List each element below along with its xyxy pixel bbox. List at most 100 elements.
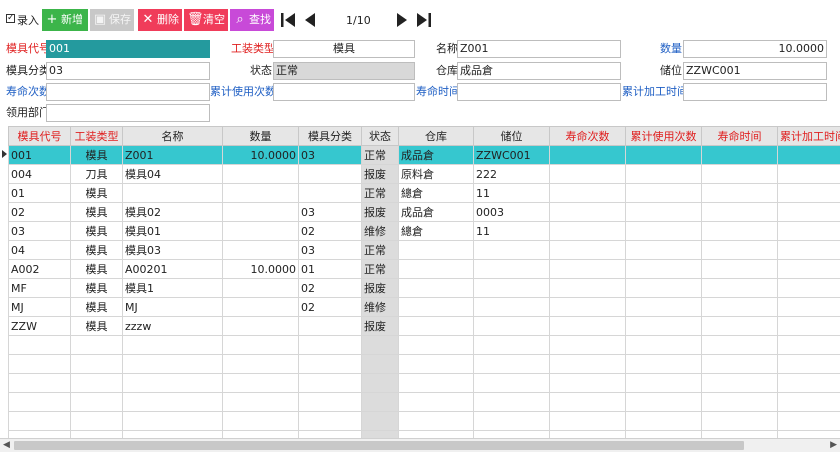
mold-list-cell[interactable] [122,335,223,355]
storage-cell[interactable] [625,164,702,184]
storage-cell[interactable] [398,335,474,355]
storage-row[interactable] [398,278,840,298]
storage-cell[interactable] [777,373,840,393]
mold-list-cell[interactable]: 01 [298,259,362,279]
mold-list-row[interactable]: 01 模具 正常 [8,183,399,203]
storage-cell[interactable] [701,221,778,241]
mold-list-cell[interactable] [222,354,299,374]
mold-list-cell[interactable] [222,297,299,317]
dept-field[interactable] [46,104,210,122]
storage-row[interactable]: 總倉 11 [398,221,840,241]
mold-list-cell[interactable] [70,392,123,412]
mold-list-row[interactable]: MJ 模具 MJ 02 维修 [8,297,399,317]
storage-cell[interactable] [625,202,702,222]
storage-cell[interactable] [549,278,626,298]
storage-cell[interactable] [473,373,550,393]
mold-list-row[interactable]: A002 模具 A00201 10.0000 01 正常 [8,259,399,279]
storage-cell[interactable] [398,373,474,393]
mold-list-cell[interactable] [361,392,399,412]
mold-list-cell[interactable]: 模具04 [122,164,223,184]
mold-list-row[interactable] [8,335,399,355]
mold-list-cell[interactable] [222,221,299,241]
mold-list-cell[interactable] [298,164,362,184]
storage-cell[interactable] [473,240,550,260]
location-field[interactable]: ZZWC001 [683,62,827,80]
first-page-icon[interactable] [278,10,298,30]
mold-list-cell[interactable]: 10.0000 [222,145,299,165]
storage-cell[interactable] [398,411,474,431]
mold-list-cell[interactable]: 模具 [70,278,123,298]
status-field[interactable]: 正常 [273,62,415,80]
storage-cell[interactable] [398,392,474,412]
last-page-icon[interactable] [414,10,434,30]
storage-cell[interactable] [473,411,550,431]
mold-list-cell[interactable] [122,183,223,203]
warehouse-field[interactable]: 成品倉 [457,62,621,80]
storage-cell[interactable] [701,202,778,222]
scroll-right-icon[interactable]: ▶ [830,440,837,450]
mold-list-cell[interactable]: ZZW [8,316,71,336]
storage-row[interactable] [398,411,840,431]
storage-cell[interactable] [473,354,550,374]
storage-cell[interactable] [625,392,702,412]
mold-list-cell[interactable]: 004 [8,164,71,184]
mold-list-cell[interactable]: 报废 [361,278,399,298]
mold-list-cell[interactable]: 维修 [361,297,399,317]
mold-list-cell[interactable] [8,354,71,374]
mold-list-cell[interactable] [70,411,123,431]
mold-list-cell[interactable]: 03 [298,145,362,165]
col-header-location[interactable]: 储位 [473,126,550,146]
storage-cell[interactable] [549,297,626,317]
storage-row[interactable]: 成品倉 ZZWC001 [398,145,840,165]
storage-cell[interactable] [777,240,840,260]
mold-list-cell[interactable]: 正常 [361,240,399,260]
mold-list-cell[interactable] [361,354,399,374]
prev-page-icon[interactable] [300,10,320,30]
storage-cell[interactable] [625,278,702,298]
storage-cell[interactable] [549,145,626,165]
mold-list-row[interactable]: 001 模具 Z001 10.0000 03 正常 [8,145,399,165]
mold-list-cell[interactable]: 02 [298,278,362,298]
storage-cell[interactable] [549,411,626,431]
col-header-tool-type[interactable]: 工装类型 [70,126,123,146]
cum-proc-field[interactable] [683,83,827,101]
storage-row[interactable] [398,373,840,393]
storage-cell[interactable] [473,297,550,317]
col-header-status[interactable]: 状态 [361,126,399,146]
mold-list-cell[interactable]: 模具 [70,221,123,241]
storage-row[interactable] [398,240,840,260]
storage-row[interactable] [398,316,840,336]
storage-cell[interactable] [701,297,778,317]
storage-cell[interactable]: 11 [473,221,550,241]
storage-cell[interactable] [625,259,702,279]
storage-cell[interactable] [625,373,702,393]
storage-cell[interactable]: 0003 [473,202,550,222]
storage-row[interactable]: 成品倉 0003 [398,202,840,222]
mold-list-cell[interactable] [8,392,71,412]
mold-list-cell[interactable] [298,183,362,203]
mold-list-cell[interactable]: 001 [8,145,71,165]
storage-cell[interactable] [549,354,626,374]
mold-list-cell[interactable] [298,354,362,374]
col-header-name[interactable]: 名称 [122,126,223,146]
storage-cell[interactable] [701,183,778,203]
storage-cell[interactable] [701,411,778,431]
storage-cell[interactable]: 11 [473,183,550,203]
mold-list-cell[interactable]: 报废 [361,202,399,222]
mold-list-cell[interactable]: MJ [122,297,223,317]
storage-cell[interactable] [777,335,840,355]
storage-row[interactable] [398,354,840,374]
storage-cell[interactable] [777,411,840,431]
storage-cell[interactable] [701,278,778,298]
mold-list-cell[interactable]: A002 [8,259,71,279]
storage-cell[interactable] [777,259,840,279]
storage-cell[interactable] [625,316,702,336]
storage-cell[interactable] [777,354,840,374]
mold-list-cell[interactable]: 03 [8,221,71,241]
storage-cell[interactable] [777,164,840,184]
storage-cell[interactable] [398,354,474,374]
storage-cell[interactable] [701,316,778,336]
storage-cell[interactable] [549,240,626,260]
mold-list-row[interactable] [8,411,399,431]
mold-list-cell[interactable]: 维修 [361,221,399,241]
